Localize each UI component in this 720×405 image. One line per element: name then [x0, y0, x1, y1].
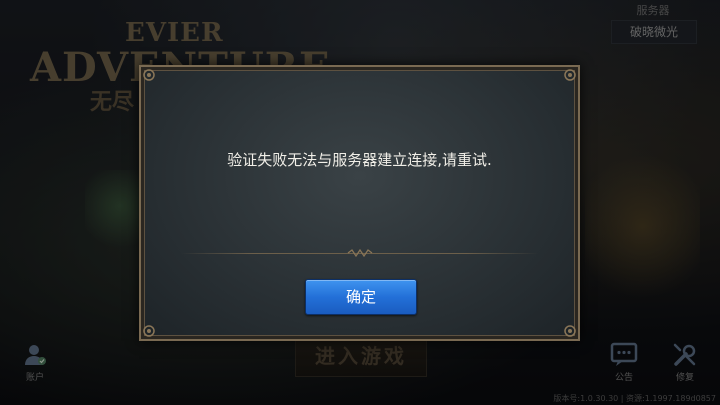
dialog-message: 验证失败无法与服务器建立连接,请重试. [227, 151, 492, 169]
confirm-button[interactable]: 确定 [305, 279, 417, 315]
corner-ornament-icon [563, 68, 577, 82]
error-dialog: 验证失败无法与服务器建立连接,请重试. 确定 [139, 65, 580, 341]
corner-ornament-icon [142, 324, 156, 338]
corner-ornament-icon [563, 324, 577, 338]
corner-ornament-icon [142, 68, 156, 82]
divider-ornament-icon [347, 248, 372, 258]
